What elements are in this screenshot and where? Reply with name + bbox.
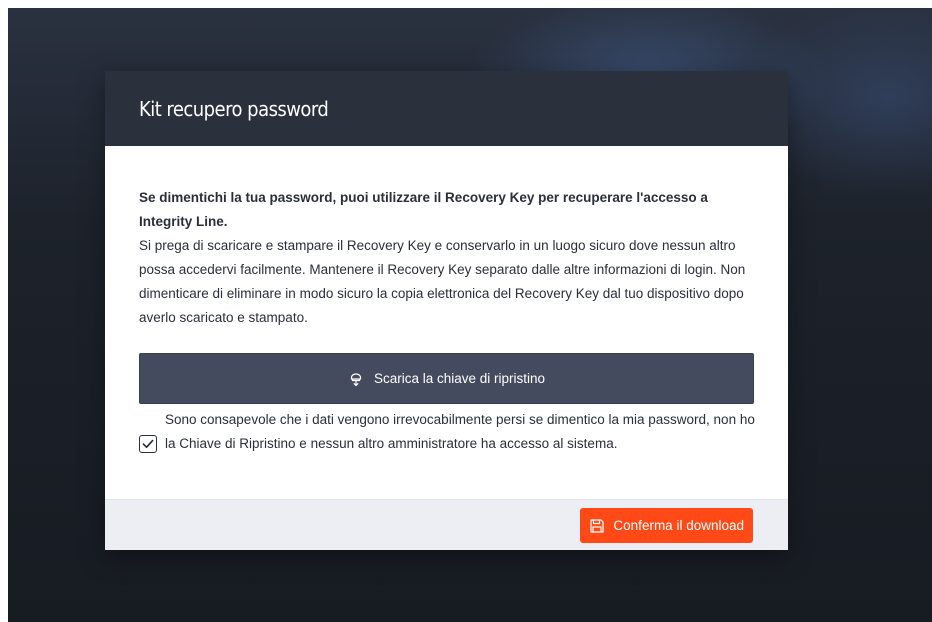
checkmark-icon xyxy=(142,439,154,449)
background-overlay: Kit recupero password Se dimentichi la t… xyxy=(8,8,932,622)
acknowledgement-checkbox[interactable] xyxy=(139,435,157,453)
intro-strong-text: Se dimentichi la tua password, puoi util… xyxy=(139,190,708,229)
download-recovery-key-button[interactable]: Scarica la chiave di ripristino xyxy=(139,353,754,404)
recovery-kit-dialog: Kit recupero password Se dimentichi la t… xyxy=(105,71,788,550)
acknowledgement-row: Sono consapevole che i dati vengono irre… xyxy=(139,408,755,480)
intro-paragraph: Se dimentichi la tua password, puoi util… xyxy=(139,186,754,330)
acknowledgement-label: Sono consapevole che i dati vengono irre… xyxy=(165,412,755,451)
confirm-download-button[interactable]: Conferma il download xyxy=(580,508,753,543)
save-icon xyxy=(589,518,605,534)
dialog-title: Kit recupero password xyxy=(139,96,329,121)
dialog-footer: Conferma il download xyxy=(105,499,788,550)
download-icon xyxy=(348,371,364,387)
dialog-header: Kit recupero password xyxy=(105,71,788,146)
download-button-label: Scarica la chiave di ripristino xyxy=(373,371,546,386)
intro-instructions-text: Si prega di scaricare e stampare il Reco… xyxy=(139,238,746,325)
dialog-body: Se dimentichi la tua password, puoi util… xyxy=(105,146,788,480)
confirm-button-label: Conferma il download xyxy=(613,518,744,533)
